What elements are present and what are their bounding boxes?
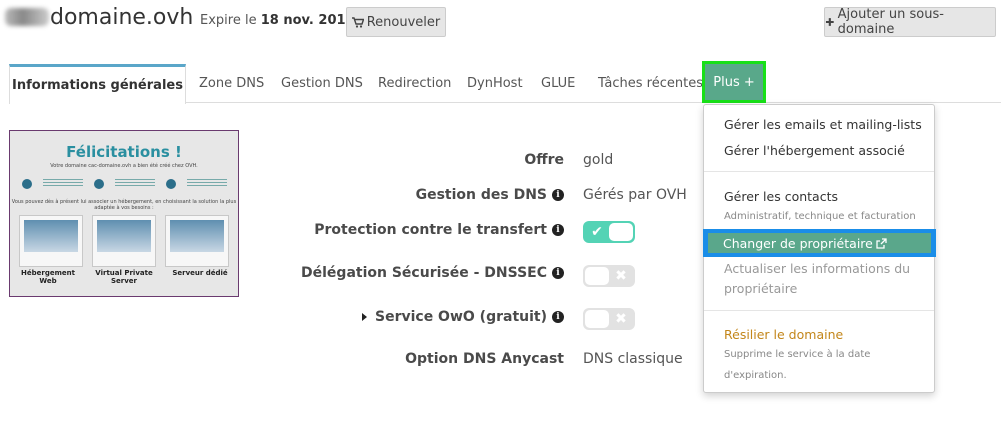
feature-text <box>114 179 155 187</box>
label-text: Option DNS Anycast <box>405 351 564 367</box>
tab-zone-dns[interactable]: Zone DNS <box>199 64 264 103</box>
cross-icon: ✖ <box>615 311 627 327</box>
anycast-label: Option DNS Anycast <box>405 351 564 367</box>
tab-plus[interactable]: Plus + <box>702 61 766 103</box>
preview-cards <box>10 215 238 267</box>
preview-feature-row <box>10 179 238 189</box>
preview-card <box>91 215 156 267</box>
tab-gestion-dns[interactable]: Gestion DNS <box>281 64 363 103</box>
preview-middle-text: Vous pouvez dès à présent lui associer u… <box>11 199 237 211</box>
card-label: Hébergement Web <box>21 269 75 285</box>
preview-title: Félicitations ! <box>66 143 182 161</box>
feature-icon <box>165 179 176 189</box>
preview-card <box>18 215 83 267</box>
menu-item-changer-proprietaire[interactable]: Changer de propriétaire <box>703 229 936 257</box>
expiration-info: Expire le 18 nov. 2016 <box>200 13 355 28</box>
toggle-knob <box>609 223 633 241</box>
dnssec-label: Délégation Sécurisée - DNSSEC i <box>301 265 564 281</box>
dnssec-toggle[interactable]: ✖ <box>583 265 635 287</box>
feature-text <box>42 179 83 187</box>
tab-label: GLUE <box>541 76 576 91</box>
add-subdomain-label: Ajouter un sous-domaine <box>837 7 944 37</box>
tab-taches-recentes[interactable]: Tâches récentes <box>598 64 703 103</box>
tab-label: Redirection <box>378 76 452 91</box>
check-icon: ✔ <box>591 224 603 240</box>
menu-divider <box>704 171 934 172</box>
preview-subtitle: Votre domaine cac-domaine.ovh a bien été… <box>50 163 198 169</box>
tab-plus-label: Plus + <box>705 64 763 100</box>
renew-label: Renouveler <box>366 14 441 30</box>
card-screen <box>170 220 225 252</box>
offre-value: gold <box>583 152 614 168</box>
menu-item-resilier-desc-line1: Supprime le service à la date <box>724 349 871 360</box>
protection-transfert-toggle[interactable]: ✔ <box>583 221 635 243</box>
renew-button[interactable]: Renouveler <box>346 7 446 37</box>
tab-dynhost[interactable]: DynHost <box>467 64 523 103</box>
domain-preview-image: Félicitations ! Votre domaine cac-domain… <box>9 130 239 297</box>
menu-item-contacts-desc: Administratif, technique et facturation <box>724 211 916 222</box>
tab-label: Tâches récentes <box>598 76 703 91</box>
toggle-knob <box>585 310 609 328</box>
feature-icon <box>93 179 104 189</box>
offre-label: Offre <box>524 152 564 168</box>
blurred-domain-prefix <box>5 8 49 26</box>
menu-item-changer-label: Changer de propriétaire <box>723 235 873 251</box>
menu-item-resilier-desc-line2: d'expiration. <box>724 370 787 381</box>
menu-item-contacts[interactable]: Gérer les contacts <box>724 189 838 204</box>
menu-item-emails[interactable]: Gérer les emails et mailing-lists <box>724 117 922 132</box>
add-subdomain-button[interactable]: Ajouter un sous-domaine <box>824 7 996 37</box>
preview-card <box>165 215 230 267</box>
label-text: Offre <box>524 152 564 168</box>
card-screen <box>96 220 151 252</box>
menu-item-resilier[interactable]: Résilier le domaine <box>724 327 843 342</box>
external-link-icon <box>876 237 887 249</box>
menu-item-actualiser-line1: Actualiser les informations du <box>724 261 911 276</box>
preview-card-labels: Hébergement Web Virtual Private Server S… <box>10 269 238 285</box>
tab-redirection[interactable]: Redirection <box>378 64 451 103</box>
tab-label: Informations générales <box>12 78 183 93</box>
label-text: Protection contre le transfert <box>314 222 547 238</box>
info-icon[interactable]: i <box>552 311 564 323</box>
feature-text <box>186 179 227 187</box>
tab-informations-generales[interactable]: Informations générales <box>9 64 186 104</box>
info-icon[interactable]: i <box>552 224 564 236</box>
menu-item-hebergement[interactable]: Gérer l'hébergement associé <box>724 143 905 158</box>
menu-divider <box>704 310 934 311</box>
label-text: Service OwO (gratuit) <box>374 309 547 325</box>
owo-label: Service OwO (gratuit) i <box>361 309 564 325</box>
label-text: Délégation Sécurisée - DNSSEC <box>301 265 547 281</box>
card-screen <box>23 220 78 252</box>
gestion-dns-value: Gérés par OVH <box>583 187 687 203</box>
expire-prefix: Expire le <box>200 13 257 28</box>
toggle-knob <box>585 267 609 285</box>
plus-dropdown-menu: Gérer les emails et mailing-lists Gérer … <box>703 104 936 393</box>
caret-right-icon[interactable] <box>361 313 367 321</box>
tab-label: DynHost <box>467 76 523 91</box>
tab-label: Zone DNS <box>199 76 265 91</box>
label-text: Gestion des DNS <box>415 187 547 203</box>
card-label: Virtual Private Server <box>95 269 153 285</box>
info-icon[interactable]: i <box>552 189 564 201</box>
gestion-dns-label: Gestion des DNS i <box>416 187 564 203</box>
cross-icon: ✖ <box>615 268 627 284</box>
feature-icon <box>21 179 32 189</box>
info-icon[interactable]: i <box>552 267 564 279</box>
plus-icon <box>825 18 834 26</box>
owo-toggle[interactable]: ✖ <box>583 308 635 330</box>
protection-transfert-label: Protection contre le transfert i <box>314 222 564 238</box>
anycast-value: DNS classique <box>583 351 683 367</box>
tab-bar: Informations générales Zone DNS Gestion … <box>9 61 1001 104</box>
tab-glue[interactable]: GLUE <box>541 64 575 103</box>
domain-title: domaine.ovh <box>50 5 194 30</box>
expire-date: 18 nov. 2016 <box>260 13 355 28</box>
cart-icon <box>351 16 364 28</box>
tab-label: Gestion DNS <box>281 76 363 91</box>
menu-item-changer-inner: Changer de propriétaire <box>708 233 931 253</box>
header: domaine.ovh Expire le 18 nov. 2016 Renou… <box>0 0 1001 50</box>
card-label: Serveur dédié <box>172 269 228 277</box>
menu-item-actualiser-line2: propriétaire <box>724 281 798 296</box>
